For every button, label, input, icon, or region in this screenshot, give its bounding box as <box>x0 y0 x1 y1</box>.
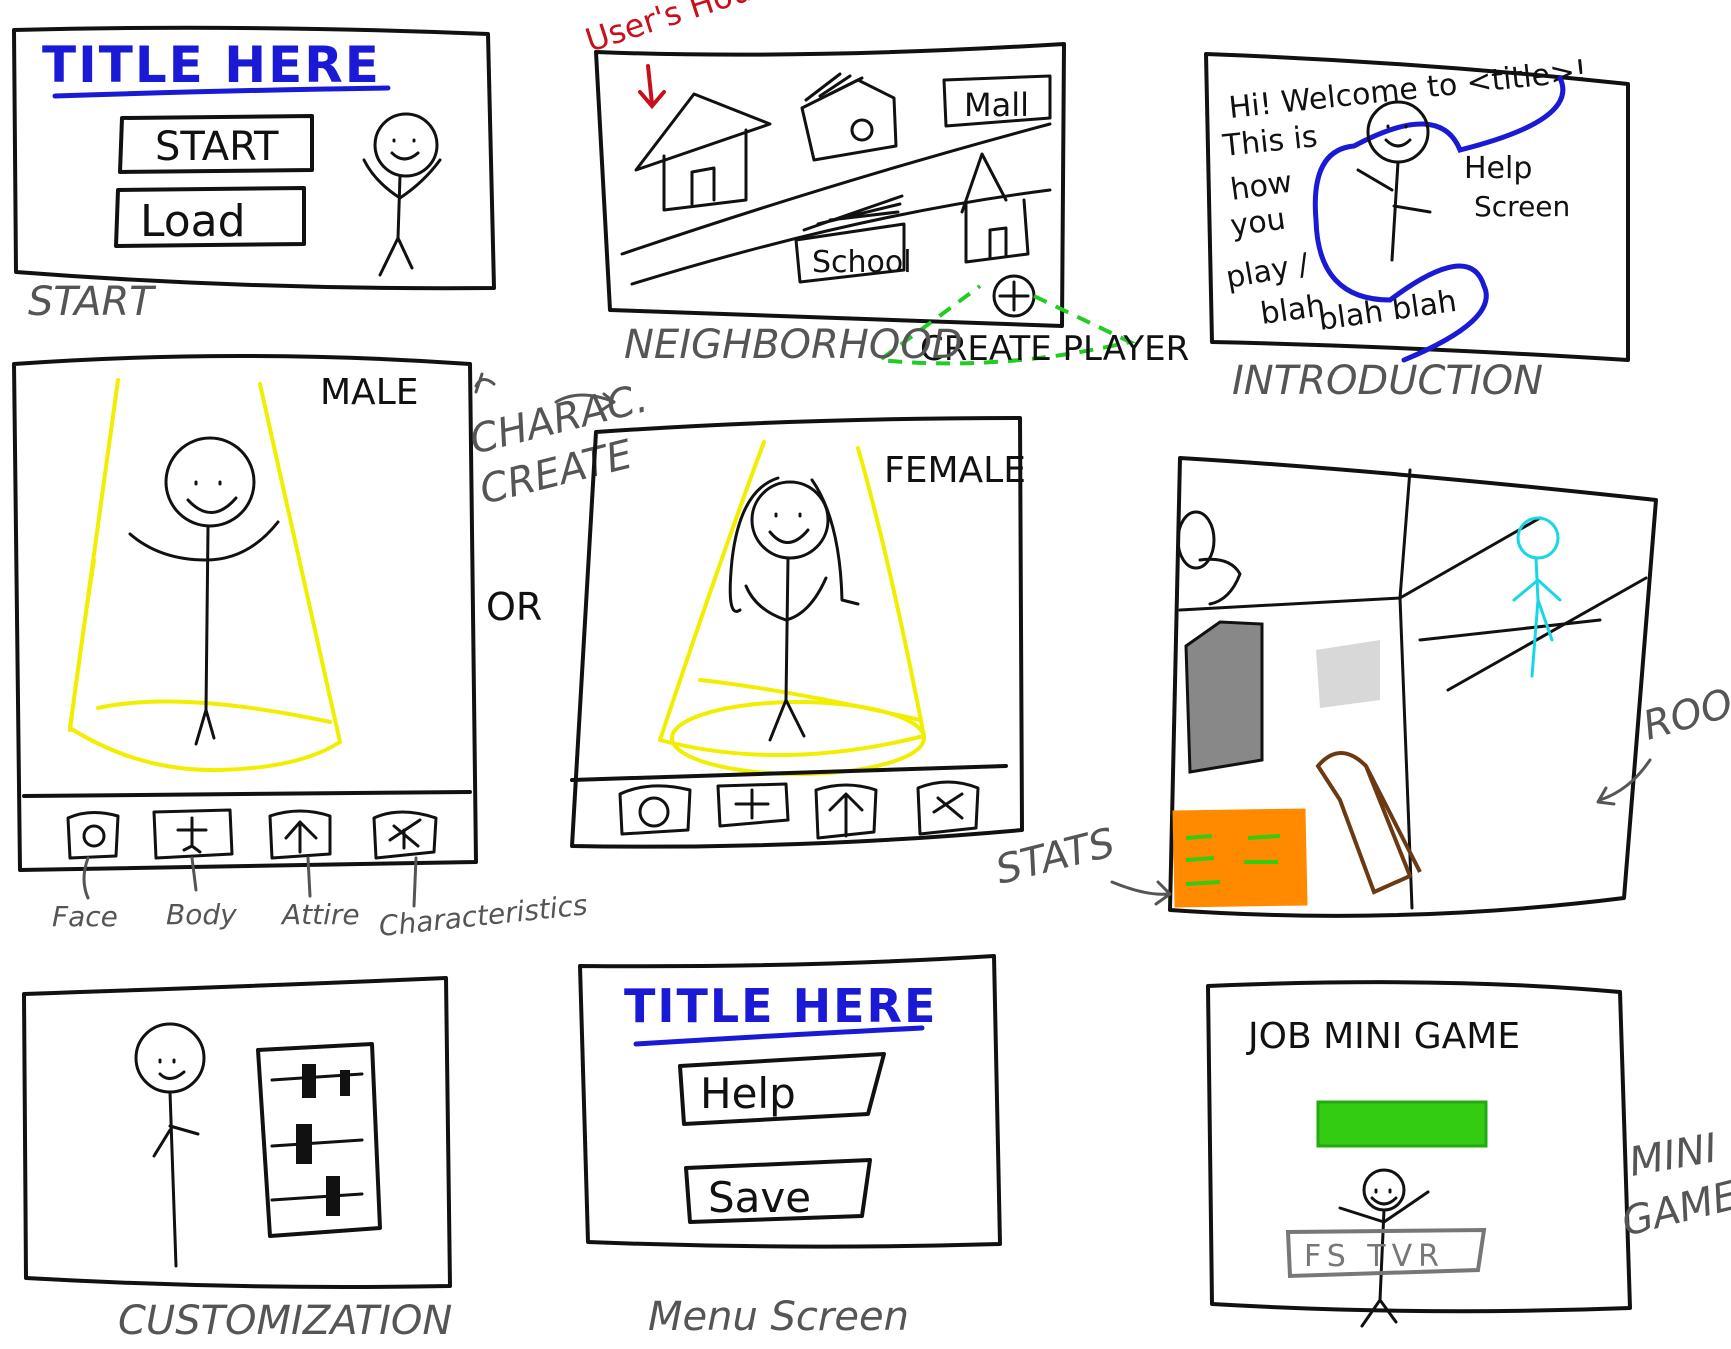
intro-side-note: Help <box>1464 151 1532 186</box>
rug-sketch <box>1316 640 1380 708</box>
female-tab-face[interactable] <box>618 784 692 836</box>
save-button-label: Save <box>708 1173 811 1222</box>
menu-caption: Menu Screen <box>648 1294 909 1340</box>
create-player-button[interactable] <box>992 274 1036 318</box>
storyboard-canvas: TITLE HERE START Load START User's House <box>12 0 1731 1344</box>
slider-panel <box>256 1042 382 1238</box>
annotation-arrow <box>638 64 666 110</box>
svg-text:This is: This is <box>1220 119 1319 164</box>
svg-text:Attire: Attire <box>280 898 360 931</box>
svg-text:Body: Body <box>166 898 237 931</box>
customization-figure <box>134 1022 206 1268</box>
tab-labels: Face Body Attire Characteristics <box>52 888 589 943</box>
load-button-label: Load <box>140 196 246 247</box>
start-title: TITLE HERE <box>42 36 381 94</box>
male-toolbar-divider <box>22 790 472 798</box>
mall-building: Mall <box>942 74 1052 128</box>
toilet <box>1176 510 1242 606</box>
male-label: MALE <box>320 372 419 413</box>
room-arrow <box>1596 758 1652 806</box>
help-button-label: Help <box>700 1069 796 1118</box>
neighborhood-screen: User's House Mall School CREATE PLAYER N… <box>581 0 1190 369</box>
mall-label: Mall <box>964 86 1029 124</box>
female-tab-body[interactable] <box>716 782 790 828</box>
school-building: School <box>794 194 912 284</box>
female-tab-attire[interactable] <box>814 783 878 840</box>
room-screen: STATS ROOM <box>991 456 1731 918</box>
customization-caption: CUSTOMIZATION <box>118 1298 452 1344</box>
svg-text:Face: Face <box>52 900 118 933</box>
minigame-screen: JOB MINI GAME FS TVR MINI GAME <box>1206 980 1731 1328</box>
svg-text:play /: play / <box>1223 247 1312 296</box>
customization-slider-3[interactable] <box>270 1176 364 1216</box>
male-tab-face[interactable] <box>66 811 120 860</box>
female-label: FEMALE <box>884 450 1026 491</box>
menu-title: TITLE HERE <box>624 979 937 1033</box>
or-label: OR <box>486 585 542 629</box>
customization-slider-2[interactable] <box>270 1124 364 1164</box>
start-button[interactable]: START <box>118 114 314 174</box>
intro-side-note-2: Screen <box>1474 190 1570 223</box>
start-stick-figure <box>362 112 442 277</box>
help-button[interactable]: Help <box>678 1052 886 1126</box>
menu-screen: TITLE HERE Help Save Menu Screen <box>578 954 1002 1340</box>
minigame-caption-1: MINI <box>1626 1125 1721 1186</box>
svg-text:you: you <box>1228 202 1287 244</box>
charac-create-note: CHARAC. CREATE OR <box>465 372 652 629</box>
svg-text:how: how <box>1228 165 1294 208</box>
introduction-screen: Hi! Welcome to <title>! This is how you … <box>1204 52 1630 404</box>
users-house <box>634 92 772 212</box>
bed <box>1315 751 1422 895</box>
house-two <box>800 72 898 162</box>
female-tab-characteristics[interactable] <box>916 780 980 836</box>
customization-screen: CUSTOMIZATION <box>22 976 452 1344</box>
stats-panel[interactable] <box>1172 808 1308 908</box>
neighborhood-caption: NEIGHBORHOOD <box>624 322 963 368</box>
minigame-progress-bar <box>1316 1100 1488 1148</box>
start-button-label: START <box>155 124 279 170</box>
svg-text:Characteristics: Characteristics <box>377 888 589 943</box>
female-toolbar-divider <box>570 764 1008 782</box>
start-caption: START <box>28 279 157 325</box>
male-stick-figure <box>128 436 280 746</box>
customization-frame <box>22 976 452 1289</box>
stats-arrow <box>1110 880 1172 906</box>
minigame-title: JOB MINI GAME <box>1246 1016 1520 1057</box>
load-button[interactable]: Load <box>114 186 306 248</box>
male-tab-attire[interactable] <box>268 809 332 860</box>
svg-text:blah blah: blah blah <box>1316 284 1459 338</box>
start-screen: TITLE HERE START Load START <box>12 25 496 325</box>
female-create-screen: FEMALE <box>570 416 1026 849</box>
male-tab-body[interactable] <box>152 808 234 860</box>
customization-slider-1[interactable] <box>270 1064 364 1098</box>
school-label: School <box>812 245 912 280</box>
users-house-annotation: User's House <box>581 0 791 60</box>
church-building <box>960 152 1030 264</box>
introduction-caption: INTRODUCTION <box>1232 358 1543 404</box>
save-button[interactable]: Save <box>684 1158 872 1224</box>
minigame-key-strip[interactable]: FS TVR <box>1285 1227 1487 1279</box>
npc-figure <box>1512 516 1562 678</box>
dresser <box>1184 620 1264 774</box>
male-tab-characteristics[interactable] <box>372 810 438 860</box>
room-caption: ROOM <box>1638 671 1731 750</box>
minigame-keys: FS TVR <box>1304 1239 1445 1274</box>
